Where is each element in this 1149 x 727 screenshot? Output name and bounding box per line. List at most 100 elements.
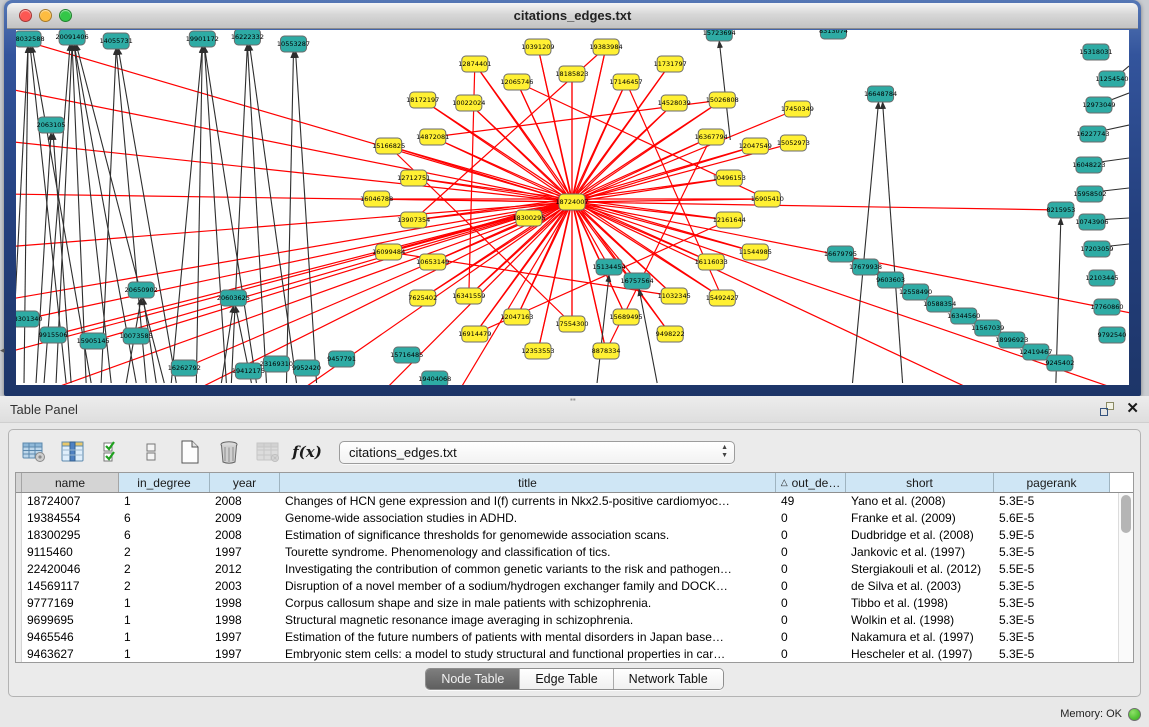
network-node[interactable]: 9915506 [39,327,68,343]
network-node[interactable]: 15905145 [77,333,110,349]
network-node[interactable]: 15166825 [372,138,405,154]
network-node[interactable]: 19901172 [186,31,219,47]
network-node[interactable]: 16222332 [231,30,264,45]
table-cell[interactable]: 9699695 [22,612,119,629]
table-cell[interactable]: 9777169 [22,595,119,612]
table-cell[interactable]: de Silva et al. (2003) [846,578,994,595]
network-node[interactable]: 9457791 [327,351,356,367]
float-panel-icon[interactable] [1100,402,1114,416]
column-header-pagerank[interactable]: pagerank [994,473,1110,492]
network-node[interactable]: 10653149 [416,254,449,270]
column-header-title[interactable]: title [280,473,776,492]
network-node[interactable]: 20650902 [125,282,158,298]
table-cell[interactable]: 19384554 [22,510,119,527]
table-cell[interactable]: 0 [776,629,846,646]
network-node[interactable]: 12047163 [500,309,533,325]
table-cell[interactable]: 5.3E-5 [994,544,1110,561]
network-window-titlebar[interactable]: citations_edges.txt [7,3,1138,29]
network-edge[interactable] [883,102,903,383]
network-node[interactable]: 7625402 [408,290,437,306]
table-cell[interactable]: Franke et al. (2009) [846,510,994,527]
network-node[interactable]: 16116033 [695,254,728,270]
network-node[interactable]: 16757564 [621,273,654,289]
network-node[interactable]: 2063105 [37,117,66,133]
close-window-icon[interactable] [19,9,32,22]
table-cell[interactable]: 0 [776,561,846,578]
network-node[interactable]: 14528039 [658,95,691,111]
network-node[interactable]: 14872081 [416,129,449,145]
table-cell[interactable]: Tourette syndrome. Phenomenology and cla… [280,544,776,561]
table-cell[interactable]: Disruption of a novel member of a sodium… [280,578,776,595]
table-cell[interactable]: Changes of HCN gene expression and I(f) … [280,493,776,510]
network-node[interactable]: 15723694 [703,30,736,41]
column-header-short[interactable]: short [846,473,994,492]
table-cell[interactable]: 1 [119,493,210,510]
table-cell[interactable]: 1 [119,595,210,612]
network-node[interactable]: 12874401 [458,56,491,72]
network-edge[interactable] [16,202,572,385]
network-node[interactable]: 15026808 [706,92,739,108]
network-node[interactable]: 15689495 [610,309,643,325]
table-cell[interactable]: 2003 [210,578,280,595]
table-cell[interactable]: 5.3E-5 [994,646,1110,663]
table-row[interactable]: 969969511998Structural magnetic resonanc… [16,612,1133,629]
table-row[interactable]: 946362711997Embryonic stem cells: a mode… [16,646,1133,663]
table-cell[interactable]: 49 [776,493,846,510]
table-cell[interactable]: Dudbridge et al. (2008) [846,527,994,544]
network-node[interactable]: 15134454 [593,259,626,275]
network-node[interactable]: 16262792 [168,360,201,376]
network-node[interactable]: 17203059 [1080,241,1113,257]
table-cell[interactable]: 5.3E-5 [994,612,1110,629]
network-node[interactable]: 18172197 [406,92,439,108]
network-node[interactable]: 12712751 [397,170,430,186]
table-cell[interactable]: 6 [119,510,210,527]
table-cell[interactable]: Hescheler et al. (1997) [846,646,994,663]
network-node[interactable]: 12973049 [1082,97,1115,113]
table-cell[interactable]: 5.6E-5 [994,510,1110,527]
table-cell[interactable]: 1997 [210,629,280,646]
function-builder-button[interactable]: f(x) [294,439,320,465]
table-cell[interactable]: Corpus callosum shape and size in male p… [280,595,776,612]
table-cell[interactable]: 9115460 [22,544,119,561]
table-cell[interactable]: 6 [119,527,210,544]
network-node[interactable]: 9498222 [656,326,685,342]
network-node[interactable]: 16046788 [360,191,393,207]
table-cell[interactable]: 14569117 [22,578,119,595]
import-table-button[interactable] [255,439,281,465]
zoom-window-icon[interactable] [59,9,72,22]
table-cell[interactable]: 0 [776,612,846,629]
table-cell[interactable]: 5.3E-5 [994,493,1110,510]
network-node[interactable]: 12065746 [500,74,533,90]
network-node[interactable]: 8878334 [592,343,621,359]
table-cell[interactable]: 0 [776,578,846,595]
table-cell[interactable]: Nakamura et al. (1997) [846,629,994,646]
table-settings-button[interactable] [21,439,47,465]
table-cell[interactable]: Wolkin et al. (1998) [846,612,994,629]
table-cell[interactable]: 5.9E-5 [994,527,1110,544]
network-node[interactable]: 11731797 [654,56,687,72]
network-edge[interactable] [296,51,317,383]
network-node[interactable]: 12353553 [521,343,554,359]
network-node[interactable]: 18301340 [16,311,43,327]
table-cell[interactable]: Embryonic stem cells: a model to study s… [280,646,776,663]
table-cell[interactable]: 5.3E-5 [994,595,1110,612]
table-cell[interactable]: Investigating the contribution of common… [280,561,776,578]
network-node[interactable]: 19404068 [418,371,451,385]
column-header-outde[interactable]: △out_de… [776,473,846,492]
table-cell[interactable]: 2008 [210,527,280,544]
table-cell[interactable]: 22420046 [22,561,119,578]
network-edge[interactable] [184,202,572,368]
network-canvas[interactable]: 1872400716905410120475491502680811731797… [16,30,1129,385]
network-node[interactable]: 15318031 [1079,44,1112,60]
network-node[interactable]: 16679795 [824,246,857,262]
tab-edge-table[interactable]: Edge Table [520,669,613,689]
table-cell[interactable]: 5.5E-5 [994,561,1110,578]
table-cell[interactable]: 0 [776,544,846,561]
table-row[interactable]: 977716911998Corpus callosum shape and si… [16,595,1133,612]
network-node[interactable]: 10553287 [277,36,310,52]
network-node[interactable]: 9603603 [876,272,905,288]
table-cell[interactable]: 1998 [210,595,280,612]
network-node[interactable]: 18032588 [16,31,45,47]
table-cell[interactable]: 9463627 [22,646,119,663]
network-edge[interactable] [597,275,609,383]
